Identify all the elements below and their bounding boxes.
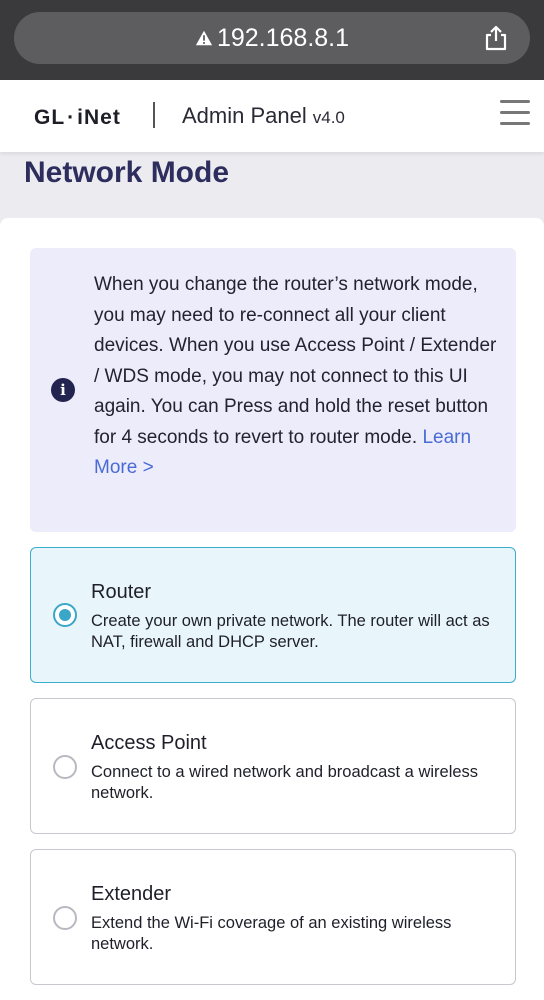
share-icon[interactable] <box>482 24 510 52</box>
header-divider <box>153 102 155 128</box>
radio-extender[interactable] <box>53 906 77 930</box>
radio-access-point[interactable] <box>53 755 77 779</box>
app-header: GL·iNet Admin Panel v4.0 <box>0 80 544 152</box>
option-title: Extender <box>91 883 172 905</box>
info-text: When you change the router’s network mod… <box>94 270 498 484</box>
mode-option-router[interactable]: Router Create your own private network. … <box>30 547 516 683</box>
option-description: Create your own private network. The rou… <box>91 612 490 651</box>
mode-option-access-point[interactable]: Access Point Connect to a wired network … <box>30 698 516 834</box>
info-message: When you change the router’s network mod… <box>94 274 497 448</box>
header-title: Admin Panel v4.0 <box>182 103 345 129</box>
browser-toolbar: 192.168.8.1 <box>0 0 544 80</box>
url-text: 192.168.8.1 <box>216 23 350 52</box>
option-description: Connect to a wired network and broadcast… <box>91 763 479 802</box>
info-notice: i When you change the router’s network m… <box>30 248 516 532</box>
radio-router[interactable] <box>53 603 77 627</box>
option-title: Access Point <box>91 732 207 754</box>
option-title: Router <box>91 581 152 603</box>
content-card: i When you change the router’s network m… <box>0 218 544 1000</box>
hamburger-menu-icon[interactable] <box>500 100 530 126</box>
version-label: v4.0 <box>312 108 345 127</box>
page-title: Network Mode <box>24 156 230 189</box>
info-icon: i <box>51 378 75 402</box>
address-bar[interactable]: 192.168.8.1 <box>14 12 530 64</box>
glinet-logo[interactable]: GL·iNet <box>34 106 121 130</box>
option-description: Extend the Wi-Fi coverage of an existing… <box>91 914 452 953</box>
radio-selected-dot <box>59 609 71 621</box>
address-content: 192.168.8.1 <box>14 12 530 64</box>
admin-panel-label: Admin Panel <box>182 103 307 128</box>
warning-triangle-icon <box>195 30 213 46</box>
mode-option-extender[interactable]: Extender Extend the Wi-Fi coverage of an… <box>30 849 516 985</box>
